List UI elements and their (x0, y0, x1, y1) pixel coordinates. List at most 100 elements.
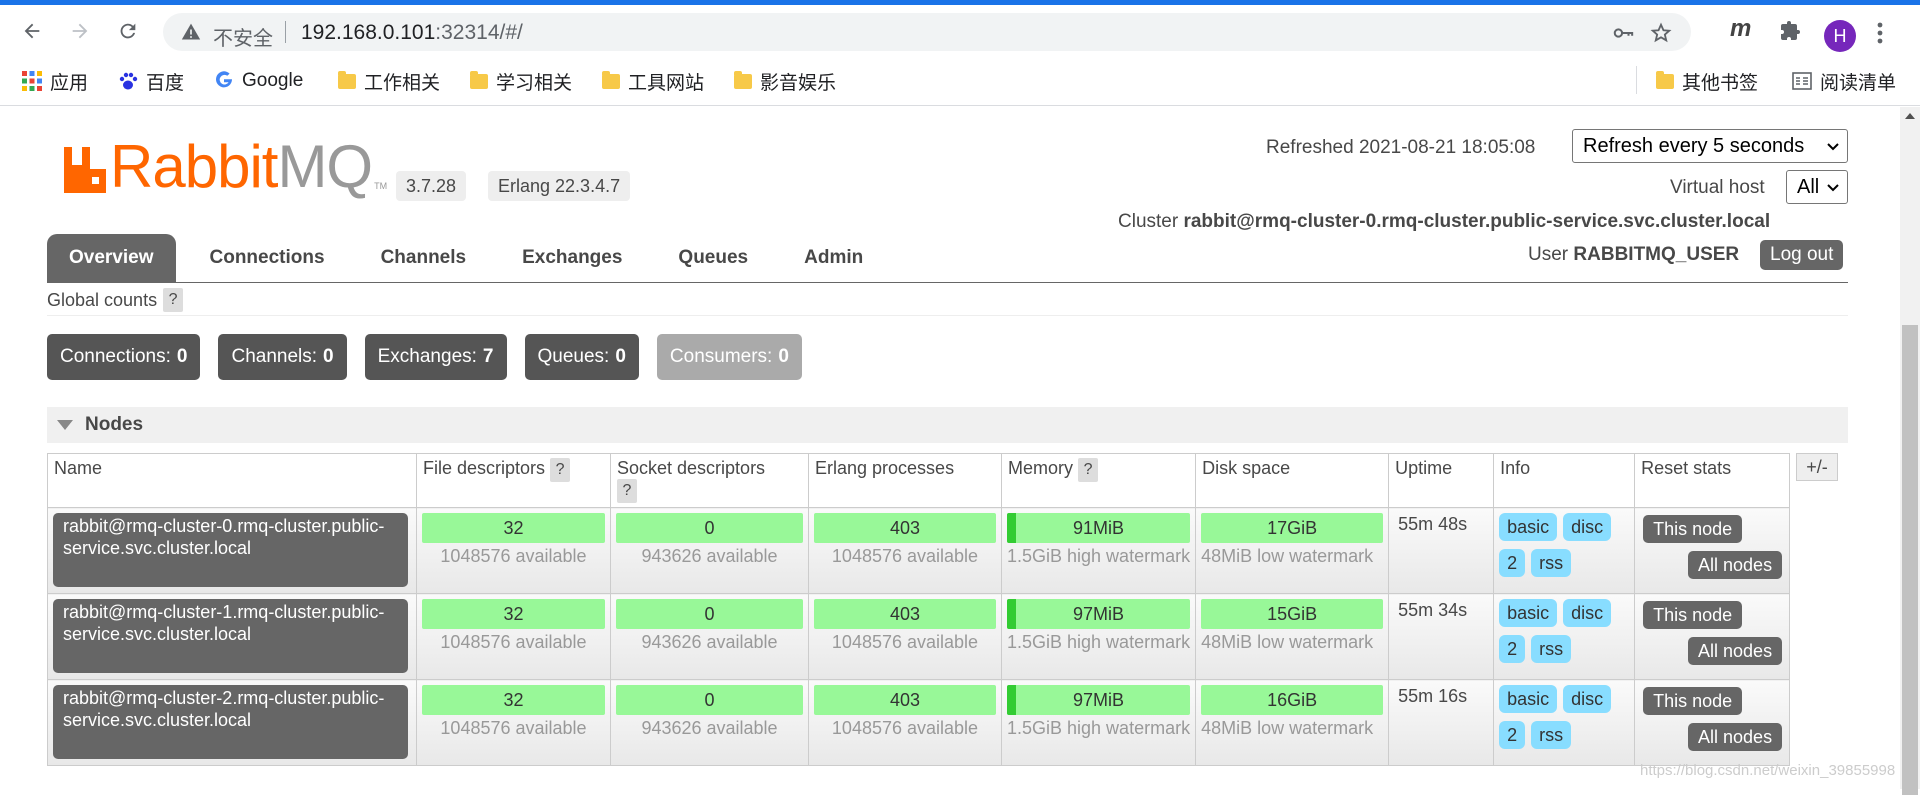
toggle-columns-button[interactable]: +/- (1796, 453, 1838, 481)
reset-this-node-button[interactable]: This node (1643, 601, 1743, 629)
bookmark-folder-tools[interactable]: 工具网站 (602, 68, 704, 94)
memory-high-watermark: 1.5GiB high watermark (1007, 546, 1191, 566)
memory-high-watermark: 1.5GiB high watermark (1007, 632, 1191, 652)
extensions-puzzle-icon[interactable] (1778, 19, 1802, 48)
count-value: 0 (323, 346, 334, 367)
help-button[interactable]: ? (550, 458, 571, 482)
consumers-count-button[interactable]: Consumers: 0 (656, 334, 802, 380)
memory-bar: 91MiB (1007, 513, 1191, 543)
bar-value: 403 (889, 689, 921, 710)
column-header-info[interactable]: Info (1493, 453, 1636, 508)
tab-exchanges[interactable]: Exchanges (500, 234, 644, 282)
exchanges-count-button[interactable]: Exchanges: 7 (364, 334, 507, 380)
bookmark-baidu[interactable]: 百度 (118, 68, 184, 94)
bar-value: 16GiB (1267, 689, 1318, 710)
reset-all-nodes-button[interactable]: All nodes (1688, 637, 1783, 665)
reset-this-node-button[interactable]: This node (1643, 687, 1743, 715)
profile-avatar[interactable]: H (1824, 20, 1856, 52)
scrollbar-thumb[interactable] (1902, 325, 1918, 795)
file-descriptors-available: 1048576 available (440, 632, 587, 652)
count-label: Consumers: (669, 346, 773, 367)
reset-all-nodes-button[interactable]: All nodes (1688, 551, 1783, 579)
tab-connections[interactable]: Connections (188, 234, 347, 282)
global-counts: Connections: 0 Channels: 0 Exchanges: 7 … (47, 334, 802, 380)
address-bar[interactable]: 不安全 192.168.0.101:32314/#/ (163, 13, 1691, 51)
column-label: Name (54, 458, 103, 478)
bookmark-folder-other[interactable]: 其他书签 (1656, 68, 1758, 94)
omnibox-separator (285, 21, 286, 43)
help-button[interactable]: ? (617, 479, 637, 503)
count-label: Exchanges: (377, 346, 477, 367)
back-arrow-icon (24, 23, 40, 39)
extension-m-icon[interactable]: m (1730, 15, 1751, 43)
column-header-reset-stats[interactable]: Reset stats (1634, 453, 1791, 508)
browser-menu-icon[interactable] (1876, 21, 1884, 50)
virtual-host-select[interactable]: All (1786, 170, 1848, 204)
page-scrollbar[interactable] (1900, 107, 1920, 795)
reset-stats-actions: This node All nodes (1640, 599, 1784, 673)
forward-arrow-icon (72, 23, 88, 39)
key-icon[interactable] (1611, 21, 1635, 45)
bookmark-google[interactable]: Google (214, 68, 303, 94)
bar-value: 32 (503, 517, 524, 538)
column-header-socket-descriptors[interactable]: Socket descriptors? (610, 453, 809, 508)
reset-all-nodes-button[interactable]: All nodes (1688, 723, 1783, 751)
source-watermark: https://blog.csdn.net/weixin_39855998 (1640, 762, 1896, 779)
back-button[interactable] (16, 15, 48, 47)
chevron-down-icon (1827, 143, 1839, 151)
info-tag: disc (1563, 513, 1612, 541)
table-header-row: Name File descriptors ? Socket descripto… (47, 453, 1791, 508)
rabbitmq-management-page: RabbitMQ TM 3.7.28 Erlang 22.3.4.7 Refre… (0, 107, 1900, 789)
node-name-link[interactable]: rabbit@rmq-cluster-1.rmq-cluster.public-… (53, 599, 408, 673)
tab-queues[interactable]: Queues (656, 234, 770, 282)
reading-list-button[interactable]: 阅读清单 (1792, 68, 1896, 94)
logout-button[interactable]: Log out (1760, 240, 1844, 270)
reload-button[interactable] (112, 15, 144, 47)
bookmark-folder-study[interactable]: 学习相关 (470, 68, 572, 94)
warning-icon (181, 22, 201, 47)
column-header-memory[interactable]: Memory ? (1000, 453, 1197, 508)
tab-channels[interactable]: Channels (359, 234, 489, 282)
bookmark-apps[interactable]: 应用 (22, 68, 88, 94)
url-text[interactable]: 192.168.0.101:32314/#/ (301, 21, 523, 45)
forward-button[interactable] (64, 15, 96, 47)
column-header-uptime[interactable]: Uptime (1388, 453, 1495, 508)
bar-value: 17GiB (1267, 517, 1318, 538)
bookmark-label: 百度 (146, 72, 185, 94)
reset-this-node-button[interactable]: This node (1643, 515, 1743, 543)
queues-count-button[interactable]: Queues: 0 (524, 334, 639, 380)
help-button[interactable]: ? (163, 288, 184, 312)
uptime-value: 55m 16s (1398, 686, 1468, 706)
bookmark-folder-work[interactable]: 工作相关 (338, 68, 440, 94)
refresh-interval-select[interactable]: Refresh every 5 seconds (1572, 129, 1848, 163)
user-label: User (1528, 244, 1574, 265)
folder-icon (734, 70, 752, 89)
rabbitmq-logo: RabbitMQ TM (62, 137, 387, 197)
count-label: Connections: (60, 346, 171, 367)
info-tag: disc (1563, 685, 1612, 713)
reset-stats-actions: This node All nodes (1640, 513, 1784, 587)
memory-used-fill (1007, 513, 1016, 543)
star-icon[interactable] (1649, 21, 1673, 45)
connections-count-button[interactable]: Connections: 0 (47, 334, 201, 380)
help-button[interactable]: ? (1078, 458, 1099, 482)
bookmark-folder-media[interactable]: 影音娱乐 (734, 68, 836, 94)
node-name-link[interactable]: rabbit@rmq-cluster-2.rmq-cluster.public-… (53, 685, 408, 759)
scroll-up-arrow-icon[interactable] (1905, 113, 1915, 119)
count-label: Channels: (231, 346, 318, 367)
channels-count-button[interactable]: Channels: 0 (218, 334, 347, 380)
cluster-label: Cluster (1118, 211, 1184, 232)
file-descriptors-available: 1048576 available (440, 718, 587, 738)
column-header-file-descriptors[interactable]: File descriptors ? (416, 453, 611, 508)
bookmark-label: 其他书签 (1682, 72, 1759, 94)
logo-mq: MQ (277, 133, 373, 200)
tab-overview[interactable]: Overview (47, 234, 176, 282)
nodes-section-toggle[interactable]: Nodes (47, 407, 1848, 443)
node-name-link[interactable]: rabbit@rmq-cluster-0.rmq-cluster.public-… (53, 513, 408, 587)
column-header-disk-space[interactable]: Disk space (1195, 453, 1390, 508)
info-tag: basic (1499, 513, 1558, 541)
tab-admin[interactable]: Admin (782, 234, 885, 282)
column-header-name[interactable]: Name (47, 453, 417, 508)
column-header-erlang-processes[interactable]: Erlang processes (808, 453, 1002, 508)
refreshed-timestamp: Refreshed 2021-08-21 18:05:08 (1266, 137, 1536, 158)
